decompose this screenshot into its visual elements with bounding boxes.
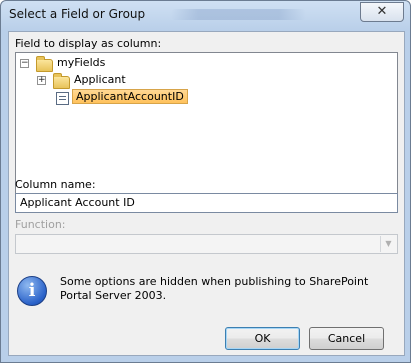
title-bar[interactable]: Select a Field or Group ✕: [1, 1, 410, 31]
function-label: Function:: [15, 218, 66, 231]
function-select[interactable]: ▼: [15, 234, 398, 254]
dialog-title: Select a Field or Group: [9, 7, 146, 21]
cancel-button[interactable]: Cancel: [309, 327, 384, 350]
folder-open-icon: [36, 56, 53, 72]
close-icon: ✕: [376, 4, 388, 19]
field-icon: [56, 92, 69, 105]
column-name-label: Column name:: [15, 178, 96, 191]
collapse-icon[interactable]: −: [20, 59, 29, 68]
dialog-body: Field to display as column: − myFields +…: [8, 31, 405, 356]
info-icon: i: [17, 276, 47, 306]
field-tree[interactable]: − myFields + Applicant ApplicantAccountI…: [15, 52, 398, 198]
ok-button[interactable]: OK: [225, 327, 300, 350]
tree-node-label: myFields: [57, 56, 106, 69]
column-name-input[interactable]: Applicant Account ID: [15, 193, 398, 213]
tree-label: Field to display as column:: [15, 37, 162, 50]
tree-node-label-selected: ApplicantAccountID: [72, 89, 188, 104]
blurred-title-region: [171, 9, 306, 20]
dialog-window: Select a Field or Group ✕ Field to displ…: [0, 0, 411, 363]
close-button[interactable]: ✕: [360, 2, 404, 22]
folder-icon: [53, 73, 70, 89]
chevron-down-icon: ▼: [380, 236, 396, 252]
info-message: Some options are hidden when publishing …: [60, 275, 369, 302]
tree-node-label: Applicant: [74, 73, 126, 86]
expand-icon[interactable]: +: [37, 76, 46, 85]
column-name-label-text: Column name:: [15, 178, 96, 191]
